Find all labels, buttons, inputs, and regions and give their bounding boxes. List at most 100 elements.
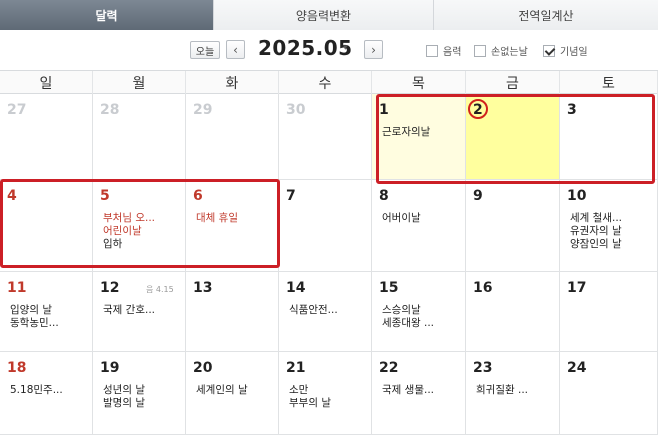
tab-bar: 달력 양음력변환 전역일계산 [0,0,658,30]
event-label[interactable]: 세종대왕 ... [382,317,459,330]
event-label[interactable]: 양잠인의 날 [570,238,651,251]
event-list: 국제 생물... [382,384,459,397]
day-number: 1 [379,102,389,118]
anniversary-checkbox[interactable]: 기념일 [543,43,588,58]
event-label[interactable]: 동학농민... [10,317,86,330]
lunar-checkbox-label: 음력 [443,47,462,58]
event-label[interactable]: 5.18민주... [10,384,86,397]
weekday-label: 월 [93,71,186,95]
checkbox-icon[interactable] [426,44,438,57]
event-label[interactable]: 대체 휴일 [196,212,272,225]
auspicious-day-checkbox[interactable]: 손없는날 [474,43,528,58]
calendar-day-cell[interactable]: 16 [466,272,560,352]
calendar-day-cell[interactable]: 21 소만 부부의 날 [279,352,372,435]
weekday-label: 화 [186,71,279,95]
event-label[interactable]: 근로자의날 [382,126,459,139]
event-label[interactable]: 희귀질환 ... [476,384,553,397]
event-list: 희귀질환 ... [476,384,553,397]
day-number: 30 [286,102,306,118]
event-list: 국제 간호... [103,304,179,317]
calendar-day-cell[interactable]: 11 입양의 날 동학농민... [0,272,93,352]
day-number: 13 [193,280,213,296]
chevron-down-icon[interactable]: ▾ [343,43,348,53]
event-list: 세계 철새... 유권자의 날 양잠인의 날 [570,212,651,251]
event-label[interactable]: 입하 [103,238,179,251]
calendar-day-cell[interactable]: 6 대체 휴일 [186,180,279,272]
day-number: 21 [286,360,306,376]
calendar-day-cell[interactable]: 10 세계 철새... 유권자의 날 양잠인의 날 [560,180,658,272]
auspicious-day-checkbox-label: 손없는날 [491,47,528,58]
calendar-day-cell[interactable]: 23 희귀질환 ... [466,352,560,435]
checkbox-icon[interactable] [543,44,555,57]
event-label[interactable]: 식품안전... [289,304,365,317]
event-label[interactable]: 세계인의 날 [196,384,272,397]
event-label[interactable]: 국제 생물... [382,384,459,397]
weekday-label: 목 [372,71,466,95]
day-number: 9 [473,188,483,204]
weekday-label: 수 [279,71,372,95]
event-label[interactable]: 어린이날 [103,225,179,238]
event-label[interactable]: 세계 철새... [570,212,651,225]
calendar-day-cell[interactable]: 7 [279,180,372,272]
event-label[interactable]: 국제 간호... [103,304,179,317]
event-list: 근로자의날 [382,126,459,139]
day-number: 24 [567,360,587,376]
today-button[interactable]: 오늘 [190,41,220,59]
day-number: 23 [473,360,493,376]
day-number: 17 [567,280,587,296]
calendar-day-cell[interactable]: 2 [466,94,560,180]
day-number: 10 [567,188,587,204]
calendar-day-cell[interactable]: 17 [560,272,658,352]
calendar-toolbar: 오늘 ‹ 2025.05 ▾ › 음력 손없는날 기념일 [0,30,658,70]
day-number: 8 [379,188,389,204]
calendar-day-cell[interactable]: 30 [279,94,372,180]
calendar-day-cell[interactable]: 3 [560,94,658,180]
event-label[interactable]: 입양의 날 [10,304,86,317]
today-marker-circle [468,99,488,119]
calendar-day-cell[interactable]: 27 [0,94,93,180]
calendar-day-cell[interactable]: 20 세계인의 날 [186,352,279,435]
anniversary-checkbox-label: 기념일 [560,47,588,58]
event-label[interactable]: 부처님 오... [103,212,179,225]
event-label[interactable]: 부부의 날 [289,397,365,410]
event-label[interactable]: 스승의날 [382,304,459,317]
day-number: 20 [193,360,213,376]
tab-lunar-conversion[interactable]: 양음력변환 [214,0,434,30]
calendar-day-cell[interactable]: 14 식품안전... [279,272,372,352]
tab-discharge-date[interactable]: 전역일계산 [434,0,658,30]
calendar-day-cell[interactable]: 12 음 4.15 국제 간호... [93,272,186,352]
event-list: 식품안전... [289,304,365,317]
checkbox-icon[interactable] [474,44,486,57]
event-list: 소만 부부의 날 [289,384,365,410]
calendar-day-cell[interactable]: 8 어버이날 [372,180,466,272]
day-number: 12 [100,280,120,296]
calendar-day-cell[interactable]: 9 [466,180,560,272]
calendar-day-cell[interactable]: 1 근로자의날 [372,94,466,180]
calendar-day-cell[interactable]: 22 국제 생물... [372,352,466,435]
day-number: 3 [567,102,577,118]
prev-month-icon[interactable]: ‹ [226,40,245,59]
event-label[interactable]: 발명의 날 [103,397,179,410]
calendar-day-cell[interactable]: 19 성년의 날 발명의 날 [93,352,186,435]
event-label[interactable]: 유권자의 날 [570,225,651,238]
lunar-checkbox[interactable]: 음력 [426,43,461,58]
event-label[interactable]: 어버이날 [382,212,459,225]
event-list: 성년의 날 발명의 날 [103,384,179,410]
calendar-day-cell[interactable]: 18 5.18민주... [0,352,93,435]
calendar-day-cell[interactable]: 15 스승의날 세종대왕 ... [372,272,466,352]
event-label[interactable]: 소만 [289,384,365,397]
calendar-day-cell[interactable]: 29 [186,94,279,180]
next-month-icon[interactable]: › [364,40,383,59]
calendar-day-cell[interactable]: 24 [560,352,658,435]
month-title[interactable]: 2025.05 [258,36,353,60]
event-list: 대체 휴일 [196,212,272,225]
day-number: 29 [193,102,213,118]
calendar-day-cell[interactable]: 5 부처님 오... 어린이날 입하 [93,180,186,272]
calendar-day-cell[interactable]: 28 [93,94,186,180]
event-label[interactable]: 성년의 날 [103,384,179,397]
day-number: 16 [473,280,493,296]
tab-calendar[interactable]: 달력 [0,0,214,30]
calendar-day-cell[interactable]: 13 [186,272,279,352]
calendar-day-cell[interactable]: 4 [0,180,93,272]
day-number: 15 [379,280,399,296]
